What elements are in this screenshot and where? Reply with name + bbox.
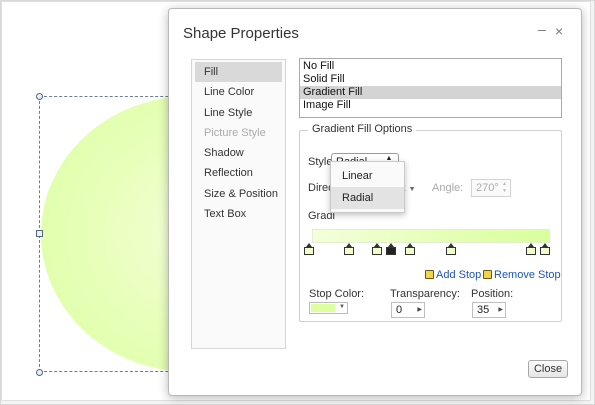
add-stop-icon [425,270,434,279]
gradient-stop[interactable] [540,243,550,255]
gradient-stop[interactable] [526,243,536,255]
stop-color-label: Stop Color: [309,288,365,300]
stop-body [446,247,456,255]
close-icon[interactable]: × [555,23,563,39]
angle-field: 270° ▲ ▼ [471,179,511,197]
gradient-stop[interactable] [372,243,382,255]
nav-item-picture-style: Picture Style [204,126,266,139]
position-value: 35 [477,304,490,316]
close-button[interactable]: Close [528,360,568,378]
chevron-right-icon: ▶ [417,307,422,313]
gradient-stop[interactable] [344,243,354,255]
color-swatch [311,304,335,312]
gradient-stop[interactable] [405,243,415,255]
chevron-down-icon: ▼ [339,304,345,310]
stop-body [372,247,382,255]
remove-stop-icon [483,270,492,279]
style-option-linear[interactable]: Linear [331,165,404,187]
style-option-radial[interactable]: Radial [331,187,404,209]
fill-type-listbox[interactable]: No Fill Solid Fill Gradient Fill Image F… [299,58,562,118]
remove-stop-label: Remove Stop [494,269,561,281]
minimize-icon[interactable]: – [538,21,546,37]
fill-option-image-fill[interactable]: Image Fill [300,99,561,112]
chevron-right-icon: ▶ [498,307,503,313]
stepper-icon: ▲ ▼ [502,181,507,194]
stop-color-picker[interactable]: ▼ [309,302,348,314]
remove-stop-link[interactable]: Remove Stop [483,269,561,281]
gradient-stop[interactable] [446,243,456,255]
fill-option-no-fill[interactable]: No Fill [300,60,561,73]
nav-item-text-box[interactable]: Text Box [195,204,282,224]
stop-body [304,247,314,255]
resize-handle-bottom-left[interactable] [36,369,43,376]
stop-body [386,247,396,255]
group-title: Gradient Fill Options [308,123,417,135]
style-dropdown-menu: Linear Radial [330,161,405,213]
gradient-stop-selected[interactable] [386,243,396,255]
gradient-fill-options-group: Gradient Fill Options Style Radial ▲▼ Di… [299,123,562,322]
gradient-preview-bar[interactable] [312,229,550,243]
nav-item-size-position[interactable]: Size & Position [195,184,282,204]
transparency-label: Transparency: [390,288,460,300]
nav-item-shadow[interactable]: Shadow [195,143,282,163]
stop-body [526,247,536,255]
position-label: Position: [471,288,514,300]
nav-item-reflection[interactable]: Reflection [195,163,282,183]
add-stop-label: Add Stop [436,269,482,281]
property-category-list: Fill Line Color Line Style Picture Style… [191,59,286,349]
gradient-stop[interactable] [304,243,314,255]
fill-option-solid-fill[interactable]: Solid Fill [300,73,561,86]
stop-body [344,247,354,255]
fill-option-gradient-fill[interactable]: Gradient Fill [300,86,561,99]
position-field[interactable]: 35 ▶ [472,302,506,318]
transparency-field[interactable]: 0 ▶ [391,302,425,318]
angle-label: Angle: [432,182,464,194]
transparency-value: 0 [396,304,403,316]
dialog-title: Shape Properties [183,25,299,42]
chevron-down-icon: ▼ [408,186,416,193]
nav-item-line-style[interactable]: Line Style [195,103,282,123]
nav-item-line-color[interactable]: Line Color [195,82,282,102]
stop-body [405,247,415,255]
resize-handle-middle-left[interactable] [36,230,43,237]
resize-handle-top-left[interactable] [36,93,43,100]
angle-value: 270° [476,182,499,194]
add-stop-link[interactable]: Add Stop [425,269,481,281]
nav-item-fill[interactable]: Fill [195,62,282,82]
style-label: Style [308,156,333,168]
stop-body [540,247,550,255]
